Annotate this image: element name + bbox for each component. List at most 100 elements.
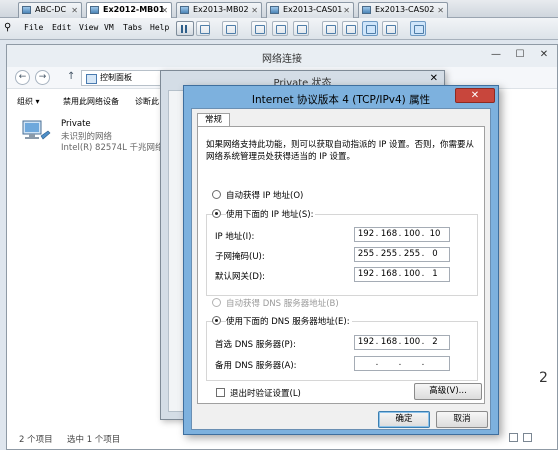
menu-vm[interactable]: VM (104, 23, 114, 32)
vm-tab-ex2013-cas02[interactable]: Ex2013-CAS02 ✕ (358, 2, 448, 18)
vm-tab-label: Ex2013-CAS01 (283, 5, 343, 14)
advanced-button[interactable]: 高级(V)... (414, 383, 482, 400)
up-arrow-icon[interactable]: ↑ (67, 71, 75, 82)
close-icon[interactable]: ✕ (533, 47, 555, 63)
network-adapter-item[interactable]: Private 未识别的网络 Intel(R) 82574L 千兆网络连 (17, 117, 172, 157)
octet: 255 (403, 249, 421, 259)
tab-general[interactable]: 常规 (197, 113, 231, 127)
menu-help[interactable]: Help (150, 23, 169, 32)
validate-on-exit-checkbox[interactable] (216, 388, 225, 397)
window-title: 网络连接 (262, 54, 302, 65)
menu-file[interactable]: File (24, 23, 43, 32)
auto-ip-radio[interactable] (212, 190, 221, 199)
dot: . (375, 269, 379, 279)
octet: 255 (357, 249, 375, 259)
validate-on-exit-label: 退出时验证设置(L) (230, 389, 301, 399)
console-view-icon[interactable] (322, 21, 338, 36)
vm-tab-ex2013-cas01[interactable]: Ex2013-CAS01 ✕ (266, 2, 354, 18)
vm-tab-ex2013-mb02[interactable]: Ex2013-MB02 ✕ (176, 2, 262, 18)
dot: . (421, 249, 425, 259)
dot: . (398, 249, 402, 259)
maximize-icon[interactable]: ☐ (509, 47, 531, 63)
dot: . (398, 358, 402, 368)
preferred-dns-field[interactable]: 192 . 168 . 100 . 2 (354, 335, 450, 350)
diagnose-button[interactable]: 诊断此 (135, 96, 159, 107)
alternate-dns-field[interactable]: . . . (354, 356, 450, 371)
dot: . (398, 269, 402, 279)
pause-icon[interactable] (176, 21, 194, 36)
vm-menu-bar: ⚲ File Edit View VM Tabs Help (0, 18, 558, 40)
octet: 0 (432, 249, 438, 259)
back-arrow-icon[interactable]: ← (15, 70, 30, 85)
pin-icon[interactable]: ⚲ (4, 22, 11, 33)
ipv4-properties-dialog: Internet 协议版本 4 (TCP/IPv4) 属性 ✕ 常规 如果网络支… (183, 85, 499, 435)
ip-address-field[interactable]: 192 . 168 . 100 . 10 (354, 227, 450, 242)
dot: . (375, 229, 379, 239)
dot: . (375, 337, 379, 347)
organize-button[interactable]: 组织 ▾ (17, 96, 40, 107)
background-text: 2 (539, 370, 548, 386)
close-icon[interactable]: ✕ (455, 88, 495, 103)
dialog-title: Internet 协议版本 4 (TCP/IPv4) 属性 (251, 94, 431, 106)
tab-panel: 如果网络支持此功能，则可以获取自动指派的 IP 设置。否则，你需要从网络系统管理… (197, 126, 485, 404)
minimize-icon[interactable]: — (485, 47, 507, 63)
network-adapter-icon (22, 120, 51, 140)
octet: 192 (357, 337, 375, 347)
octet: 2 (432, 337, 438, 347)
snapshot-icon[interactable] (251, 21, 267, 36)
octet: 168 (380, 229, 398, 239)
close-icon[interactable]: ✕ (430, 73, 438, 84)
quick-switch-icon[interactable] (342, 21, 358, 36)
vm-tab-bar: ABC-DC ✕ Ex2012-MB01 ✕ Ex2013-MB02 ✕ Ex2… (0, 0, 558, 18)
vm-tab-abc-dc[interactable]: ABC-DC ✕ (18, 2, 82, 18)
subnet-mask-field[interactable]: 255 . 255 . 255 . 0 (354, 247, 450, 262)
large-icons-view-icon[interactable] (523, 433, 532, 442)
octet: 100 (403, 337, 421, 347)
octet: 192 (357, 229, 375, 239)
auto-dns-label: 自动获得 DNS 服务器地址(B) (226, 299, 339, 309)
vm-icon (270, 6, 279, 14)
dot: . (421, 358, 425, 368)
cancel-button[interactable]: 取消 (436, 411, 488, 428)
auto-dns-radio[interactable] (212, 298, 221, 307)
close-icon[interactable]: ✕ (343, 4, 350, 18)
revert-snapshot-icon[interactable] (272, 21, 288, 36)
menu-edit[interactable]: Edit (52, 23, 71, 32)
vm-icon (22, 6, 31, 14)
item-count: 2 个项目 (19, 435, 53, 445)
unity-icon[interactable] (382, 21, 398, 36)
dot: . (421, 229, 425, 239)
forward-arrow-icon[interactable]: → (35, 70, 50, 85)
dot: . (375, 358, 379, 368)
power-dropdown-icon[interactable] (196, 21, 210, 36)
vm-icon (90, 6, 99, 14)
octet: 1 (432, 269, 438, 279)
full-screen-icon[interactable] (362, 21, 378, 36)
dot: . (398, 229, 402, 239)
snapshot-manager-icon[interactable] (293, 21, 309, 36)
thumbnail-bar-icon[interactable] (410, 21, 426, 36)
close-icon[interactable]: ✕ (437, 4, 444, 18)
ok-button[interactable]: 确定 (378, 411, 430, 428)
details-view-icon[interactable] (509, 433, 518, 442)
default-gateway-field[interactable]: 192 . 168 . 100 . 1 (354, 267, 450, 282)
close-icon[interactable]: ✕ (71, 4, 78, 18)
send-ctrl-alt-del-icon[interactable] (222, 21, 238, 36)
menu-view[interactable]: View (79, 23, 98, 32)
vm-tab-ex2012-mb01[interactable]: Ex2012-MB01 ✕ (86, 2, 172, 18)
selected-count: 选中 1 个项目 (67, 435, 121, 445)
manual-ip-radio[interactable] (212, 209, 221, 218)
close-icon[interactable]: ✕ (251, 4, 258, 18)
octet: 100 (403, 229, 421, 239)
adapter-name: Private (61, 119, 91, 129)
menu-tabs[interactable]: Tabs (123, 23, 142, 32)
manual-dns-radio[interactable] (212, 316, 221, 325)
vm-tab-label: Ex2013-MB02 (193, 5, 249, 14)
dns-group (206, 321, 478, 381)
close-icon[interactable]: ✕ (161, 4, 168, 18)
window-titlebar: 网络连接 — ☐ ✕ (7, 45, 557, 67)
vm-tab-label: ABC-DC (35, 5, 67, 14)
auto-ip-label: 自动获得 IP 地址(O) (226, 191, 304, 201)
disable-device-button[interactable]: 禁用此网络设备 (63, 96, 119, 107)
dot: . (398, 337, 402, 347)
